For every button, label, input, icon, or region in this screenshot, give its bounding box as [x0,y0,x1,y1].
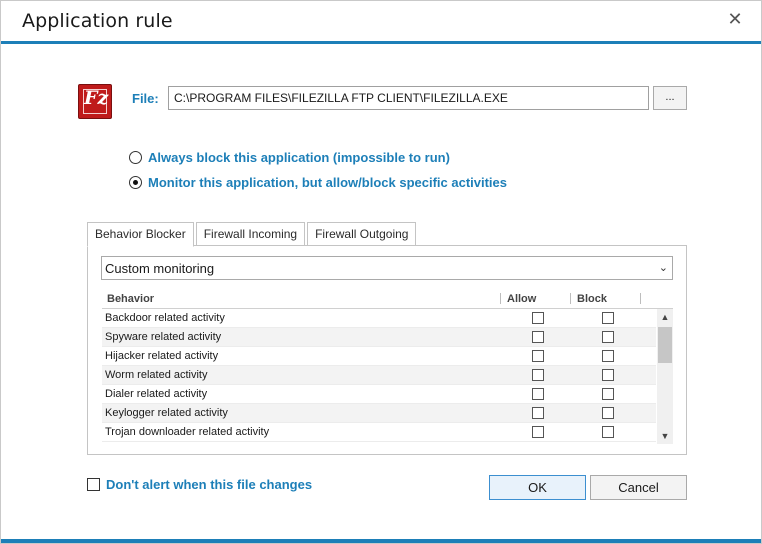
tab-firewall-incoming[interactable]: Firewall Incoming [195,222,306,245]
table-row: Hijacker related activity [102,347,656,366]
block-checkbox[interactable] [602,426,614,438]
behavior-table-header: Behavior Allow Block [102,289,673,309]
radio-always-block[interactable]: Always block this application (impossibl… [129,148,450,166]
radio-monitor[interactable]: Monitor this application, but allow/bloc… [129,173,507,191]
allow-checkbox[interactable] [532,407,544,419]
allow-checkbox[interactable] [532,312,544,324]
scroll-up-icon[interactable]: ▲ [657,309,673,325]
close-icon[interactable]: ✕ [725,9,745,29]
browse-button[interactable]: ... [653,86,687,110]
column-behavior[interactable]: Behavior [107,293,154,305]
table-row: Keylogger related activity [102,404,656,423]
ok-button[interactable]: OK [489,475,586,500]
table-row: Trojan downloader related activity [102,423,656,442]
behavior-name: Trojan downloader related activity [105,426,270,438]
file-label: File: [132,91,159,106]
filezilla-icon: Fz [78,84,112,119]
dont-alert-checkbox[interactable] [87,478,100,491]
monitoring-select[interactable]: Custom monitoring ⌄ [101,256,673,280]
behavior-name: Hijacker related activity [105,350,219,362]
bottom-divider [1,539,761,543]
behavior-name: Spyware related activity [105,331,222,343]
monitoring-select-value: Custom monitoring [105,261,215,276]
allow-checkbox[interactable] [532,331,544,343]
radio-always-block-circle[interactable] [129,150,142,164]
filezilla-icon-glyph: Fz [84,87,109,109]
dialog-title: Application rule [22,10,173,32]
tab-firewall-outgoing[interactable]: Firewall Outgoing [307,222,417,245]
block-checkbox[interactable] [602,388,614,400]
block-checkbox[interactable] [602,331,614,343]
column-allow[interactable]: Allow [507,293,536,305]
allow-checkbox[interactable] [532,426,544,438]
behavior-table: Behavior Allow Block Backdoor related ac… [102,289,673,444]
behavior-table-rows: Backdoor related activity Spyware relate… [102,309,656,444]
table-row: Dialer related activity [102,385,656,404]
title-divider [1,41,761,44]
radio-monitor-circle[interactable] [129,175,142,189]
behavior-name: Worm related activity [105,369,208,381]
radio-always-block-label[interactable]: Always block this application (impossibl… [148,150,450,165]
chevron-down-icon[interactable]: ⌄ [659,261,668,274]
behavior-name: Backdoor related activity [105,312,225,324]
block-checkbox[interactable] [602,407,614,419]
block-checkbox[interactable] [602,350,614,362]
application-rule-dialog: Application rule ✕ Fz File: C:\PROGRAM F… [0,0,762,544]
behavior-name: Dialer related activity [105,388,208,400]
vertical-scrollbar[interactable]: ▲ ▼ [657,309,673,444]
table-row: Backdoor related activity [102,309,656,328]
allow-checkbox[interactable] [532,388,544,400]
rule-tabs: Behavior Blocker Firewall Incoming Firew… [87,222,418,247]
column-block[interactable]: Block [577,293,607,305]
column-separator[interactable] [500,293,501,304]
allow-checkbox[interactable] [532,350,544,362]
block-checkbox[interactable] [602,369,614,381]
column-separator[interactable] [640,293,641,304]
title-bar: Application rule ✕ [1,1,761,41]
cancel-button[interactable]: Cancel [590,475,687,500]
dont-alert-label[interactable]: Don't alert when this file changes [106,477,312,492]
table-row: Worm related activity [102,366,656,385]
table-row: Spyware related activity [102,328,656,347]
tab-behavior-blocker[interactable]: Behavior Blocker [87,222,194,247]
column-separator[interactable] [570,293,571,304]
block-checkbox[interactable] [602,312,614,324]
scroll-thumb[interactable] [658,327,672,363]
radio-monitor-label[interactable]: Monitor this application, but allow/bloc… [148,175,507,190]
behavior-name: Keylogger related activity [105,407,228,419]
scroll-down-icon[interactable]: ▼ [657,428,673,444]
dont-alert-checkbox-row[interactable]: Don't alert when this file changes [87,477,312,492]
allow-checkbox[interactable] [532,369,544,381]
file-path-input[interactable]: C:\PROGRAM FILES\FILEZILLA FTP CLIENT\FI… [168,86,649,110]
